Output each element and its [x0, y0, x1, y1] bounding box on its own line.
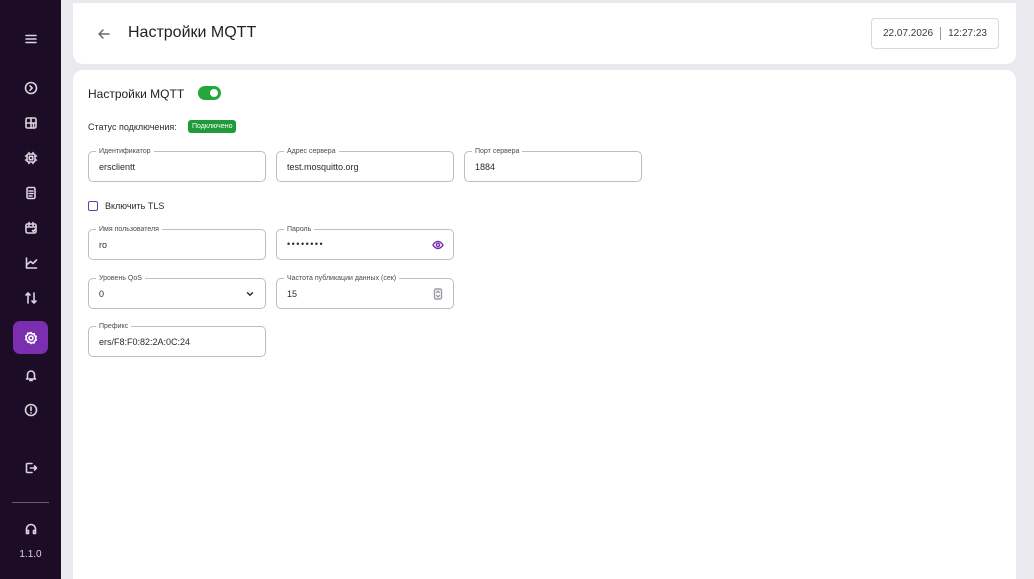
stepper-icon	[433, 288, 443, 300]
status-badge: Подключено	[188, 120, 237, 133]
alert-circle-icon	[24, 403, 37, 416]
prefix-value: ers/F8:F0:82:2A:0C:24	[99, 337, 191, 347]
server-port-field[interactable]: Порт сервера 1884	[464, 147, 642, 182]
datetime-separator	[940, 27, 942, 40]
publish-rate-label: Частота публикации данных (сек)	[284, 274, 400, 283]
server-address-label: Адрес сервера	[284, 147, 339, 156]
chart-icon	[25, 256, 37, 269]
sidebar-item-device[interactable]	[13, 141, 48, 174]
server-port-value: 1884	[475, 162, 496, 172]
password-value: ••••••••	[287, 239, 325, 249]
menu-icon	[24, 34, 37, 43]
calendar-icon	[24, 221, 37, 234]
publish-rate-value: 15	[287, 289, 298, 299]
connection-status-label: Статус подключения:	[88, 122, 177, 132]
time-text: 12:27:23	[948, 28, 987, 39]
sidebar-item-play[interactable]	[13, 71, 48, 104]
gear-icon	[24, 331, 37, 344]
logout-icon	[25, 462, 37, 473]
tls-checkbox[interactable]	[88, 201, 98, 211]
username-value: ro	[99, 240, 108, 250]
sidebar-item-support[interactable]	[13, 512, 48, 545]
password-label: Пароль	[284, 225, 315, 234]
sidebar-item-documents[interactable]	[13, 176, 48, 209]
document-icon	[25, 186, 36, 199]
password-field[interactable]: Пароль ••••••••	[276, 225, 454, 260]
sidebar-item-charts[interactable]	[13, 246, 48, 279]
chevron-down-icon	[246, 292, 254, 296]
qos-value: 0	[99, 289, 105, 299]
sidebar: 1.1.0	[0, 0, 61, 579]
prefix-field[interactable]: Префикс ers/F8:F0:82:2A:0C:24	[88, 322, 266, 357]
show-password-button[interactable]	[432, 239, 444, 251]
back-button[interactable]	[95, 25, 113, 43]
sidebar-divider	[12, 502, 49, 503]
play-circle-icon	[24, 81, 37, 94]
page-title: Настройки MQTT	[128, 24, 257, 41]
server-address-value: test.mosquitto.org	[287, 162, 359, 172]
menu-button[interactable]	[13, 22, 48, 55]
header: Настройки MQTT 22.07.2026 12:27:23	[73, 3, 1016, 64]
qos-label: Уровень QoS	[96, 274, 145, 283]
publish-rate-field[interactable]: Частота публикации данных (сек) 15	[276, 274, 454, 309]
toggle-knob	[210, 89, 218, 97]
server-port-label: Порт сервера	[472, 147, 523, 156]
server-address-field[interactable]: Адрес сервера test.mosquitto.org	[276, 147, 454, 182]
datetime-display: 22.07.2026 12:27:23	[871, 18, 999, 49]
headset-icon	[25, 523, 36, 534]
qos-select[interactable]: Уровень QoS 0	[88, 274, 266, 309]
sidebar-item-settings[interactable]	[13, 321, 48, 354]
sidebar-item-notifications[interactable]	[13, 358, 48, 391]
arrow-left-icon	[98, 29, 110, 39]
identifier-value: ersclientt	[99, 162, 136, 172]
section-title: Настройки MQTT	[88, 87, 185, 101]
publish-rate-stepper[interactable]	[432, 288, 444, 300]
date-text: 22.07.2026	[883, 28, 934, 39]
identifier-label: Идентификатор	[96, 147, 154, 156]
username-field[interactable]: Имя пользователя ro	[88, 225, 266, 260]
dashboard-icon	[24, 116, 37, 129]
tls-checkbox-row[interactable]: Включить TLS	[88, 201, 164, 211]
chip-icon	[24, 151, 37, 164]
identifier-field[interactable]: Идентификатор ersclientt	[88, 147, 266, 182]
mqtt-settings-card: Настройки MQTT Статус подключения: Подкл…	[73, 70, 1016, 579]
eye-icon	[432, 240, 444, 250]
logout-button[interactable]	[13, 451, 48, 484]
username-label: Имя пользователя	[96, 225, 162, 234]
sidebar-item-alerts[interactable]	[13, 393, 48, 426]
tls-label: Включить TLS	[105, 201, 165, 211]
swap-icon	[24, 291, 37, 304]
mqtt-enable-toggle[interactable]	[198, 86, 221, 100]
sidebar-item-dashboard[interactable]	[13, 106, 48, 139]
app-version: 1.1.0	[19, 549, 42, 560]
sidebar-item-exchange[interactable]	[13, 281, 48, 314]
qos-dropdown-toggle[interactable]	[244, 288, 256, 300]
bell-icon	[25, 369, 36, 381]
prefix-label: Префикс	[96, 322, 132, 331]
sidebar-item-calendar[interactable]	[13, 211, 48, 244]
